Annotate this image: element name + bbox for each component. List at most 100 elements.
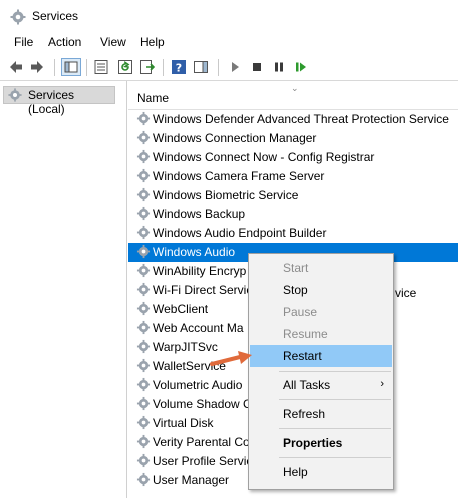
window-title: Services: [32, 9, 79, 23]
show-action-pane-icon[interactable]: [193, 59, 209, 75]
context-menu-start-label: Start: [283, 261, 309, 275]
service-name: WebClient: [153, 302, 209, 316]
service-gear-icon: [136, 149, 151, 167]
toolbar-separator: [163, 59, 164, 76]
service-name: Windows Defender Advanced Threat Protect…: [153, 112, 449, 126]
restart-service-icon[interactable]: [293, 59, 309, 75]
service-name: Windows Biometric Service: [153, 188, 299, 202]
toolbar-separator: [218, 59, 219, 76]
help-icon[interactable]: ?: [171, 59, 187, 75]
context-menu-stop-label: Stop: [283, 283, 308, 297]
menu-file[interactable]: File: [12, 35, 35, 49]
service-gear-icon: [136, 111, 151, 129]
context-menu-all-tasks-label: All Tasks: [283, 378, 331, 392]
properties-sheet-icon[interactable]: [93, 59, 109, 75]
menu-bar: File Action View Help: [0, 33, 458, 53]
service-row[interactable]: Windows Backup: [128, 205, 458, 224]
context-menu-separator: [279, 399, 391, 400]
pause-service-icon[interactable]: [271, 59, 287, 75]
service-row[interactable]: Windows Connection Manager: [128, 129, 458, 148]
service-name: Windows Connection Manager: [153, 131, 317, 145]
service-name: Windows Connect Now - Config Registrar: [153, 150, 375, 164]
start-service-icon[interactable]: [227, 59, 243, 75]
service-name: User Manager: [153, 473, 230, 487]
service-row[interactable]: Windows Connect Now - Config Registrar: [128, 148, 458, 167]
service-gear-icon: [136, 225, 151, 243]
services-gear-icon: [10, 9, 26, 28]
context-menu-restart-label: Restart: [283, 349, 322, 363]
service-gear-icon: [136, 206, 151, 224]
context-menu-properties-label: Properties: [283, 436, 343, 450]
service-name: WarpJITSvc: [153, 340, 218, 354]
service-name: Windows Backup: [153, 207, 246, 221]
show-hide-console-tree-icon[interactable]: [61, 58, 81, 76]
service-name: Wi-Fi Direct Servic: [153, 283, 253, 297]
service-row[interactable]: Windows Camera Frame Server: [128, 167, 458, 186]
service-name: Web Account Ma: [153, 321, 244, 335]
service-name: Windows Camera Frame Server: [153, 169, 325, 183]
service-gear-icon: [136, 434, 151, 452]
svg-text:?: ?: [176, 62, 182, 75]
context-menu-all-tasks[interactable]: All Tasks ›: [250, 374, 392, 396]
toolbar-separator: [54, 59, 55, 76]
service-gear-icon: [136, 320, 151, 338]
service-name: Volume Shadow C: [153, 397, 252, 411]
context-menu-resume-label: Resume: [283, 327, 328, 341]
service-gear-icon: [136, 187, 151, 205]
context-menu-stop[interactable]: Stop: [250, 279, 392, 301]
service-name: Volumetric Audio: [153, 378, 243, 392]
submenu-arrow-icon: ›: [380, 378, 384, 390]
context-menu-resume[interactable]: Resume: [250, 323, 392, 345]
service-name: User Profile Servic: [153, 454, 253, 468]
toolbar: ?: [0, 55, 458, 81]
wifi-direct-name-suffix: vice: [395, 286, 417, 300]
menu-view[interactable]: View: [98, 35, 128, 49]
context-menu-refresh-label: Refresh: [283, 407, 326, 421]
service-gear-icon: [136, 244, 151, 262]
service-gear-icon: [136, 282, 151, 300]
column-header-name[interactable]: ⌄ Name: [128, 81, 458, 110]
tree-item-label: Services (Local): [28, 88, 75, 116]
context-menu-separator: [279, 371, 391, 372]
forward-arrow-icon[interactable]: [29, 59, 45, 75]
service-gear-icon: [136, 415, 151, 433]
context-menu-help[interactable]: Help: [250, 461, 392, 483]
service-gear-icon: [136, 472, 151, 490]
service-gear-icon: [136, 453, 151, 471]
menu-help[interactable]: Help: [138, 35, 167, 49]
context-menu-restart[interactable]: Restart: [250, 345, 392, 367]
back-arrow-icon[interactable]: [8, 59, 24, 75]
context-menu: Start Stop Pause Resume Restart All Task…: [248, 253, 394, 490]
service-name: Windows Audio Endpoint Builder: [153, 226, 327, 240]
service-gear-icon: [136, 130, 151, 148]
context-menu-pause-label: Pause: [283, 305, 318, 319]
context-menu-properties[interactable]: Properties: [250, 432, 392, 454]
toolbar-separator: [86, 59, 87, 76]
service-name: Virtual Disk: [153, 416, 214, 430]
service-name: Windows Audio: [153, 245, 236, 259]
service-row[interactable]: Windows Biometric Service: [128, 186, 458, 205]
export-list-icon[interactable]: [139, 59, 155, 75]
column-header-label: Name: [137, 91, 170, 105]
tree-item-services-local[interactable]: Services (Local): [3, 86, 115, 116]
services-gear-icon: [8, 88, 22, 105]
refresh-icon[interactable]: [117, 59, 133, 75]
service-gear-icon: [136, 301, 151, 319]
service-gear-icon: [136, 339, 151, 357]
service-gear-icon: [136, 396, 151, 414]
title-bar: Services: [0, 0, 458, 32]
context-menu-separator: [279, 457, 391, 458]
service-name: WinAbility Encryp: [153, 264, 247, 278]
sort-chevron-icon: ⌄: [291, 83, 299, 93]
context-menu-refresh[interactable]: Refresh: [250, 403, 392, 425]
stop-service-icon[interactable]: [249, 59, 265, 75]
context-menu-start[interactable]: Start: [250, 257, 392, 279]
service-gear-icon: [136, 263, 151, 281]
context-menu-pause[interactable]: Pause: [250, 301, 392, 323]
service-row[interactable]: Windows Defender Advanced Threat Protect…: [128, 110, 458, 129]
service-row[interactable]: Windows Audio Endpoint Builder: [128, 224, 458, 243]
service-gear-icon: [136, 168, 151, 186]
menu-action[interactable]: Action: [46, 35, 83, 49]
service-gear-icon: [136, 358, 151, 376]
console-tree-pane: Services (Local): [0, 81, 127, 498]
